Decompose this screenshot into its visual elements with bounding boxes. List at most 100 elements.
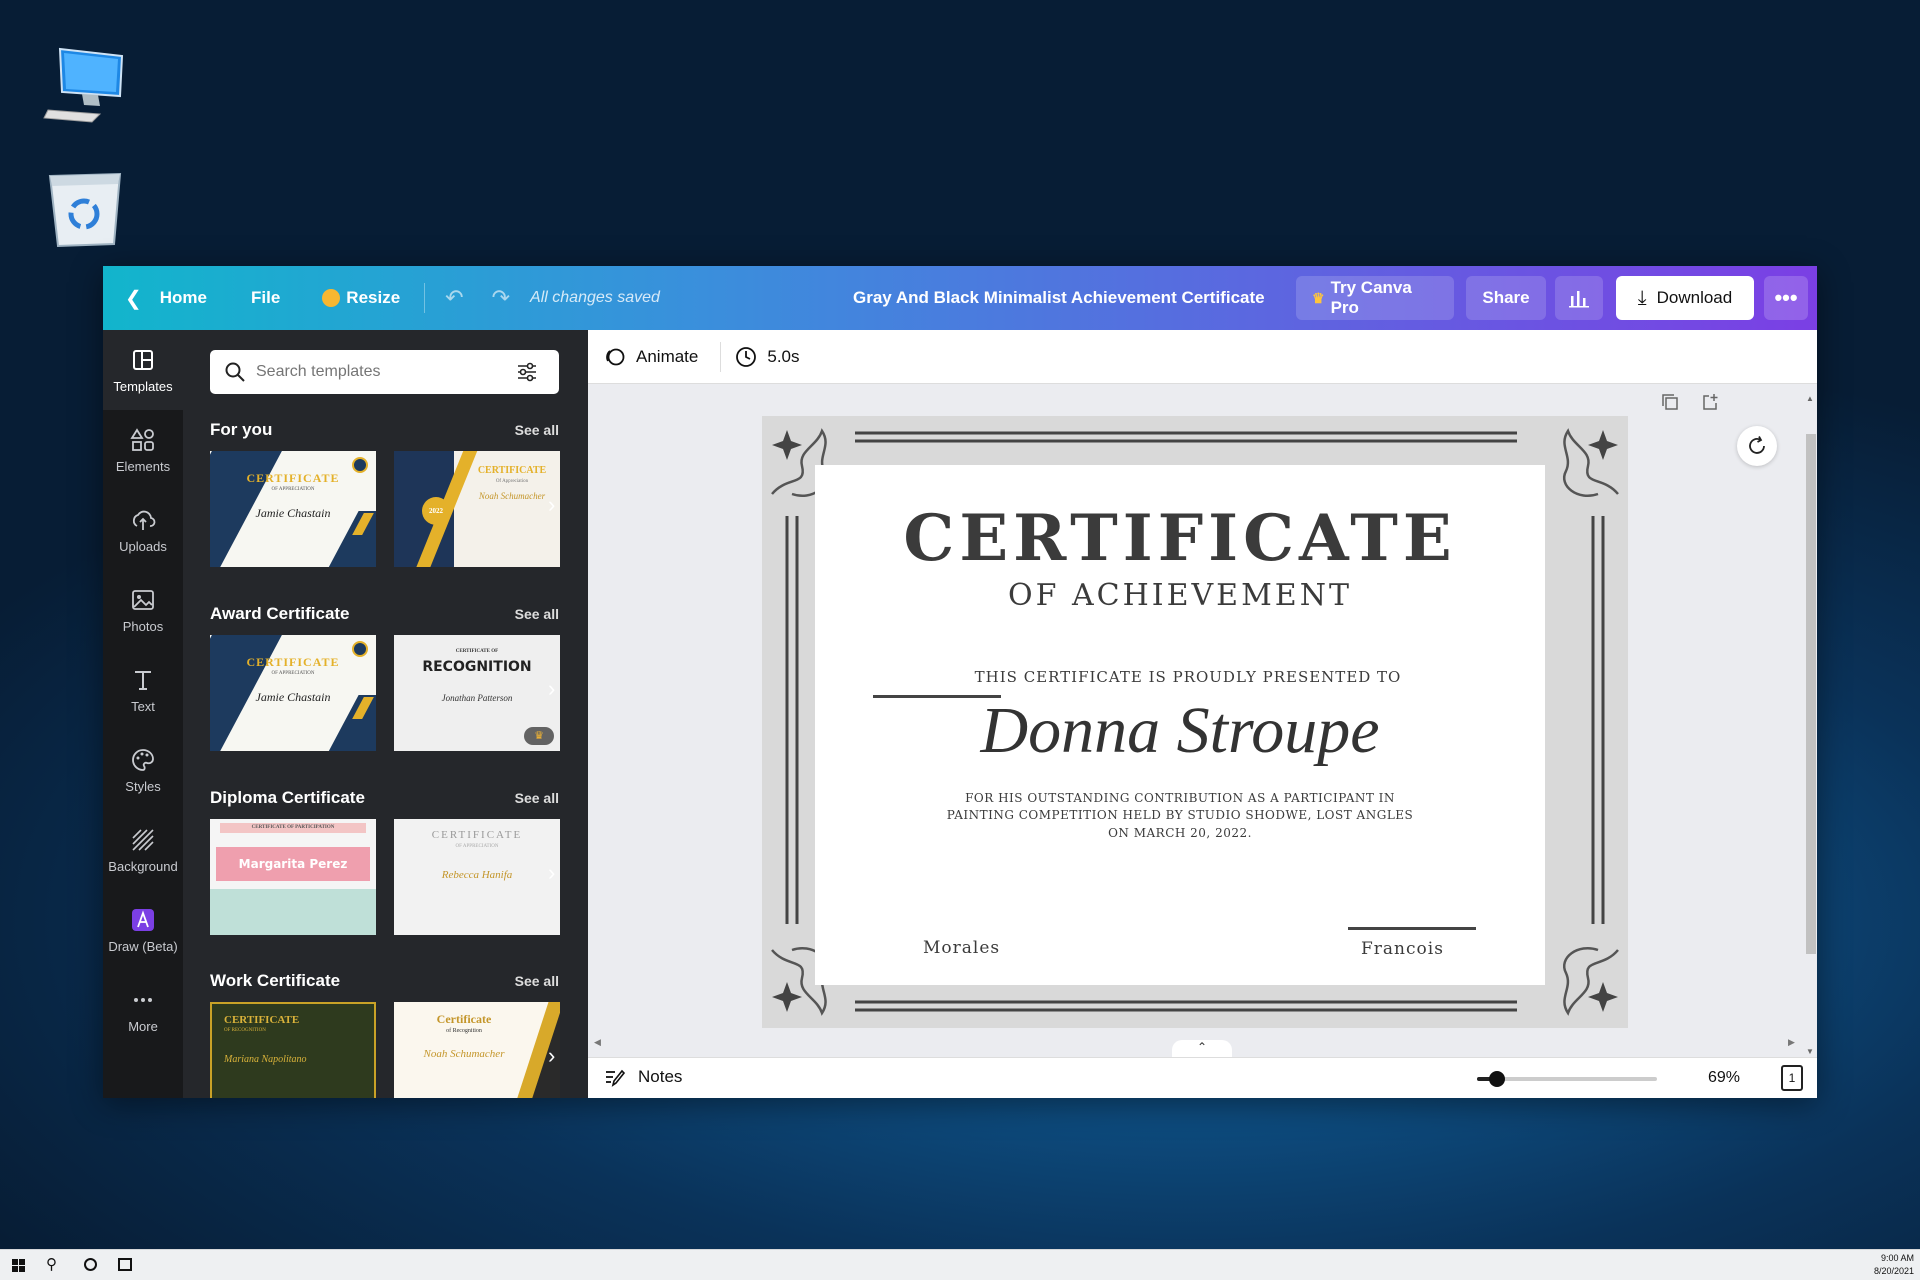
this-pc-desktop-icon[interactable] [40, 44, 130, 134]
scroll-left-arrow-icon[interactable]: ◀ [594, 1037, 601, 1048]
template-thumbnail[interactable]: CERTIFICATE OF RECOGNITION Mariana Napol… [210, 1002, 376, 1098]
thumb-title: CERTIFICATE [477, 465, 547, 476]
thumb-name: Jamie Chastain [255, 690, 331, 704]
task-view-icon[interactable] [118, 1258, 132, 1271]
duplicate-page-icon[interactable] [1660, 392, 1680, 412]
filter-sliders-icon[interactable] [516, 361, 538, 383]
rail-label: More [128, 1018, 158, 1034]
show-pages-button[interactable]: ⌃ [1172, 1040, 1232, 1058]
duration-button[interactable]: 5.0s [735, 346, 800, 368]
search-input[interactable] [256, 363, 506, 381]
clock-date: 8/20/2021 [1873, 1266, 1914, 1276]
zoom-slider[interactable] [1477, 1071, 1657, 1087]
thumb-subtitle: OF APPRECIATION [271, 671, 315, 676]
try-canva-pro-button[interactable]: ♛ Try Canva Pro [1296, 276, 1454, 320]
search-icon[interactable]: ⚲ [46, 1255, 57, 1273]
presented-to-text[interactable]: THIS CERTIFICATE IS PROUDLY PRESENTED TO [823, 668, 1553, 686]
rail-item-elements[interactable]: Elements [103, 410, 183, 490]
insights-button[interactable] [1555, 276, 1603, 320]
document-title[interactable]: Gray And Black Minimalist Achievement Ce… [853, 266, 1265, 330]
scrollbar-thumb[interactable] [1806, 434, 1816, 954]
resize-label: Resize [346, 288, 401, 307]
notes-label: Notes [638, 1067, 683, 1086]
page-count-button[interactable]: 1 [1781, 1065, 1803, 1091]
certificate-body-line[interactable]: PAINTING COMPETITION HELD BY STUDIO SHOD… [815, 808, 1545, 822]
animate-icon [606, 348, 625, 365]
template-thumbnail[interactable]: CERTIFICATE OF PARTICIPATION Margarita P… [210, 819, 376, 935]
chevron-up-icon: ⌃ [1196, 1040, 1208, 1054]
thumb-title: CERTIFICATE OF PARTICIPATION [251, 825, 335, 830]
clock-icon [736, 346, 757, 367]
rail-item-templates[interactable]: Templates [103, 330, 183, 410]
certificate-body-line[interactable]: ON MARCH 20, 2022. [815, 826, 1545, 840]
undo-button[interactable]: ↶ [445, 266, 463, 330]
medal-icon [352, 641, 368, 657]
cortana-icon[interactable] [84, 1258, 97, 1271]
certificate-body-line[interactable]: FOR HIS OUTSTANDING CONTRIBUTION AS A PA… [815, 791, 1545, 805]
home-button[interactable]: ❮ Home [125, 266, 207, 330]
share-button[interactable]: Share [1466, 276, 1546, 320]
template-thumbnail[interactable]: Certificate of Recognition Noah Schumach… [394, 1002, 560, 1098]
refresh-design-button[interactable] [1737, 426, 1777, 466]
template-thumbnail[interactable]: CERTIFICATE OF RECOGNITION Jonathan Patt… [394, 635, 560, 751]
see-all-link[interactable]: See all [515, 606, 559, 622]
file-menu-button[interactable]: File [251, 266, 280, 330]
system-clock[interactable]: 9:00 AM 8/20/2021 [1874, 1252, 1914, 1278]
animate-button[interactable]: Animate [604, 346, 698, 368]
rail-item-uploads[interactable]: Uploads [103, 490, 183, 570]
chevron-right-icon[interactable]: › [548, 1043, 555, 1069]
notes-button[interactable]: Notes [604, 1066, 682, 1088]
scroll-right-arrow-icon[interactable]: ▶ [1788, 1037, 1795, 1048]
notes-icon [606, 1069, 626, 1087]
scroll-down-arrow-icon[interactable]: ▼ [1803, 1047, 1817, 1056]
template-thumbnail[interactable]: CERTIFICATE OF APPRECIATION Rebecca Hani… [394, 819, 560, 935]
certificate-subtitle[interactable]: OF ACHIEVEMENT [815, 578, 1545, 613]
rail-item-draw[interactable]: Draw (Beta) [103, 890, 183, 970]
zoom-slider-handle[interactable] [1488, 1071, 1505, 1087]
signature-right[interactable]: Francois [1361, 939, 1444, 959]
rail-label: Background [108, 858, 178, 874]
thumb-subtitle: OF RECOGNITION [224, 1028, 266, 1033]
thumb-subtitle: of Recognition [446, 1028, 482, 1034]
vertical-scrollbar[interactable]: ▲ ▼ [1803, 394, 1817, 1056]
template-thumbnail[interactable]: CERTIFICATE OF APPRECIATION Jamie Chasta… [210, 635, 376, 751]
thumb-name: Noah Schumacher [423, 1048, 505, 1060]
template-thumbnail[interactable]: CERTIFICATE OF APPRECIATION Jamie Chasta… [210, 451, 376, 567]
section-header-for-you: For you See all [210, 420, 559, 440]
download-button[interactable]: ⤓ Download [1616, 276, 1754, 320]
windows-start-icon[interactable] [12, 1259, 25, 1272]
chevron-right-icon[interactable]: › [548, 860, 555, 886]
rail-item-styles[interactable]: Styles [103, 730, 183, 810]
rail-label: Elements [115, 458, 171, 474]
chevron-right-icon[interactable]: › [548, 492, 555, 518]
rail-item-photos[interactable]: Photos [103, 570, 183, 650]
thumb-name: Jonathan Patterson [441, 693, 513, 703]
see-all-link[interactable]: See all [515, 790, 559, 806]
see-all-link[interactable]: See all [515, 422, 559, 438]
save-status: All changes saved [530, 289, 660, 306]
rail-item-more[interactable]: More [103, 970, 183, 1050]
see-all-link[interactable]: See all [515, 973, 559, 989]
chevron-right-icon[interactable]: › [548, 676, 555, 702]
resize-button[interactable]: Resize [322, 266, 400, 330]
more-options-button[interactable]: ••• [1764, 276, 1808, 320]
photos-icon [132, 589, 154, 610]
certificate-title[interactable]: CERTIFICATE [815, 501, 1545, 576]
recipient-name[interactable]: Donna Stroupe [815, 693, 1545, 769]
search-box[interactable] [210, 350, 559, 394]
rail-item-background[interactable]: Background [103, 810, 183, 890]
canvas-area: Animate 5.0s CERTIFICATE OF ACHIEVEMENT … [588, 330, 1817, 1098]
signature-left[interactable]: Morales [923, 938, 1000, 958]
zoom-level[interactable]: 69% [1708, 1069, 1740, 1087]
scroll-up-arrow-icon[interactable]: ▲ [1803, 394, 1817, 403]
elements-icon [130, 427, 154, 451]
add-page-icon[interactable] [1700, 392, 1720, 412]
template-thumbnail[interactable]: 2022 CERTIFICATE Of Appreciation Noah Sc… [394, 451, 560, 567]
templates-icon [133, 349, 153, 370]
redo-button[interactable]: ↷ [492, 266, 510, 330]
download-label: Download [1656, 288, 1733, 307]
certificate-page[interactable]: CERTIFICATE OF ACHIEVEMENT THIS CERTIFIC… [762, 416, 1628, 1028]
rail-item-text[interactable]: Text [103, 650, 183, 730]
recycle-bin-desktop-icon[interactable] [40, 166, 130, 256]
templates-panel: For you See all CERTIFICATE OF APPRECIAT… [183, 330, 588, 1098]
